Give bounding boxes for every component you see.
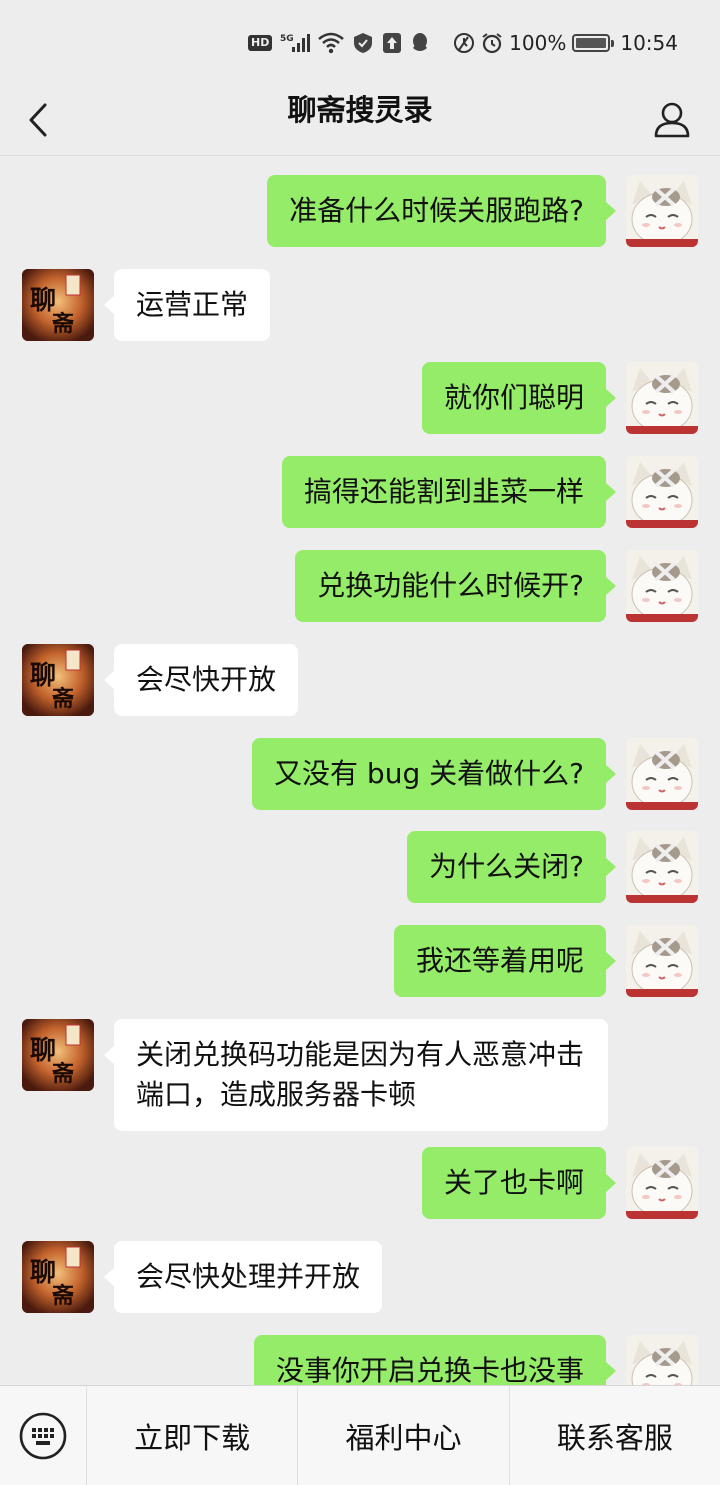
- svg-text:斋: 斋: [51, 686, 75, 712]
- menu-welfare-center-button[interactable]: 福利中心: [297, 1385, 508, 1485]
- sent-message-bubble[interactable]: 没事你开启兑换卡也没事: [253, 1335, 617, 1385]
- status-time: 10:54: [620, 31, 678, 55]
- keyboard-icon[interactable]: [0, 1386, 86, 1485]
- user-avatar[interactable]: [626, 456, 698, 528]
- svg-text:斋: 斋: [51, 1061, 75, 1087]
- chat-message-list[interactable]: 准备什么时候关服跑路? 聊斋运营正常 就你们聪明 搞得还能割到韭菜一样 兑换功能什么时候…: [0, 157, 720, 1385]
- back-chevron-icon[interactable]: [18, 92, 58, 148]
- page-title: 聊斋搜灵录: [287, 93, 433, 127]
- qq-icon: [410, 32, 430, 54]
- battery-percentage: 100%: [509, 31, 567, 55]
- user-avatar[interactable]: [626, 831, 698, 903]
- received-message-bubble[interactable]: 关闭兑换码功能是因为有人恶意冲击端口，造成服务器卡顿: [104, 1019, 608, 1131]
- sent-message-bubble[interactable]: 就你们聪明: [421, 362, 617, 434]
- received-message-bubble[interactable]: 会尽快处理并开放: [103, 1241, 383, 1313]
- user-avatar[interactable]: [626, 738, 698, 810]
- user-avatar[interactable]: [626, 1335, 698, 1385]
- sent-message-bubble[interactable]: 兑换功能什么时候开?: [295, 550, 616, 622]
- sent-message-bubble[interactable]: 为什么关闭?: [407, 831, 616, 903]
- game-official-avatar[interactable]: 聊斋: [22, 269, 94, 341]
- menu-download-button[interactable]: 立即下载: [86, 1385, 297, 1485]
- game-official-avatar[interactable]: 聊斋: [22, 1241, 94, 1313]
- sent-message-bubble[interactable]: 关了也卡啊: [421, 1147, 617, 1219]
- menu-contact-service-button[interactable]: 联系客服: [508, 1385, 720, 1485]
- person-icon[interactable]: [652, 92, 692, 148]
- nav-bar: 聊斋搜灵录: [0, 84, 720, 156]
- upload-icon: [382, 32, 402, 54]
- received-message-bubble[interactable]: 运营正常: [103, 269, 271, 341]
- status-left-icons: HD 5G: [248, 30, 430, 56]
- sent-message-bubble[interactable]: 我还等着用呢: [393, 925, 617, 997]
- user-avatar[interactable]: [626, 925, 698, 997]
- user-avatar[interactable]: [626, 362, 698, 434]
- svg-text:斋: 斋: [51, 1283, 75, 1309]
- user-avatar[interactable]: [626, 1147, 698, 1219]
- sent-message-bubble[interactable]: 又没有 bug 关着做什么?: [252, 738, 616, 810]
- svg-text:斋: 斋: [51, 311, 75, 337]
- status-bar: HD 5G 100% 10:54: [0, 0, 720, 84]
- received-message-bubble[interactable]: 会尽快开放: [103, 644, 299, 716]
- status-right-icons: 100% 10:54: [453, 30, 678, 56]
- game-official-avatar[interactable]: 聊斋: [22, 1019, 94, 1091]
- user-avatar[interactable]: [626, 175, 698, 247]
- sent-message-bubble[interactable]: 准备什么时候关服跑路?: [267, 175, 616, 247]
- user-avatar[interactable]: [626, 550, 698, 622]
- signal-5g-icon: 5G: [280, 32, 311, 54]
- clock-icon: [481, 32, 503, 54]
- game-official-avatar[interactable]: 聊斋: [22, 644, 94, 716]
- hd-icon: HD: [248, 35, 273, 51]
- battery-icon: [572, 34, 615, 52]
- wifi-icon: [318, 32, 345, 54]
- svg-text:5G: 5G: [280, 34, 294, 44]
- shield-icon: [352, 32, 374, 54]
- sent-message-bubble[interactable]: 搞得还能割到韭菜一样: [281, 456, 617, 528]
- bottom-menu-bar: 立即下载 福利中心 联系客服: [0, 1385, 720, 1485]
- alarm-icon: [453, 32, 475, 54]
